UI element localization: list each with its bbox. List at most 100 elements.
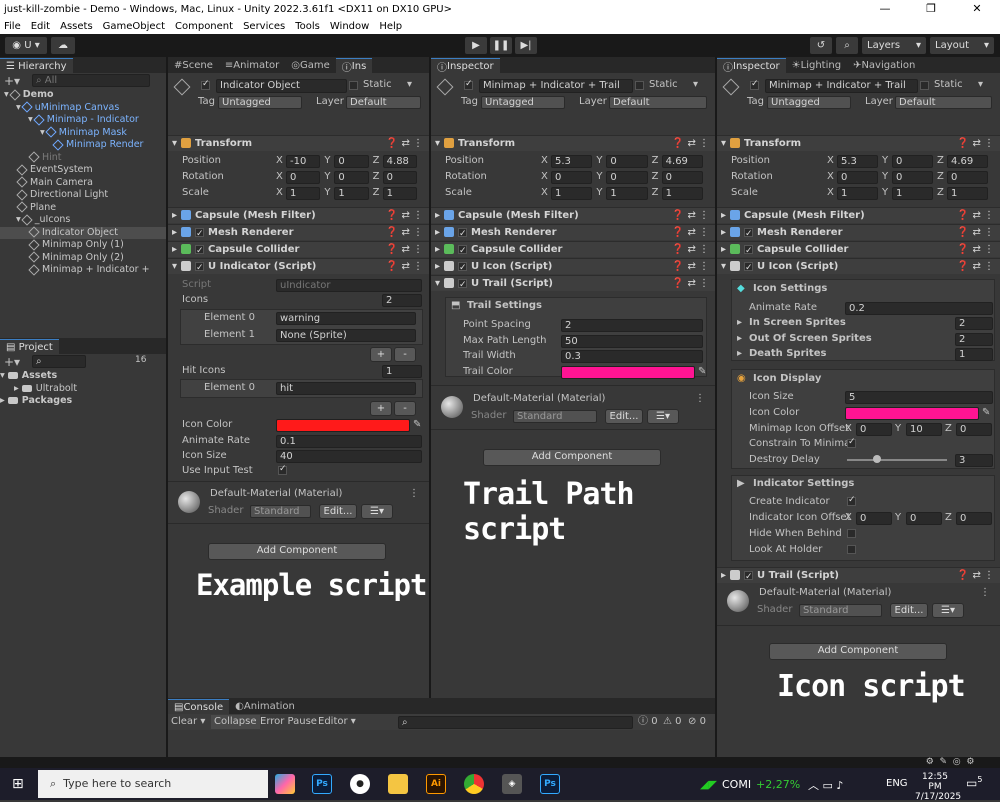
menu-component[interactable]: Component [175,21,233,32]
foldout-arrow[interactable]: ▸ [435,227,440,238]
icons-count-field[interactable]: 2 [382,294,422,307]
windows-start-icon[interactable]: ⊞ [12,776,24,792]
hierarchy-item[interactable]: ▾ _uIcons [0,213,166,227]
shader-options-button[interactable]: ☰▾ [647,409,679,424]
foldout-arrow[interactable]: ▶ [737,477,745,491]
tab-game[interactable]: ◎ Game [285,58,336,73]
hit-element-0-field[interactable]: hit [276,382,416,395]
tab-inspector-2[interactable]: ⓘ Inspector [431,58,500,74]
warning-count[interactable]: ⚠ 0 [663,715,682,729]
component-menu-icons[interactable]: ❓ ⇄ ⋮ [957,242,994,258]
menu-assets[interactable]: Assets [60,21,93,32]
scale-z-field[interactable]: 1 [661,187,703,200]
use-input-test-checkbox[interactable] [278,464,287,475]
add-component-button[interactable]: Add Component [769,643,947,660]
trail-width-field[interactable]: 0.3 [561,350,703,363]
clear-button[interactable]: Clear ▾ [171,715,205,729]
foldout-arrow[interactable]: ▾ [172,138,177,149]
menu-edit[interactable]: Edit [31,21,50,32]
shader-options-button[interactable]: ☰▾ [932,603,964,618]
component-menu-icons[interactable]: ❓ ⇄ ⋮ [386,242,423,258]
material-menu-icon[interactable]: ⋮ [980,586,990,600]
object-name-field[interactable]: Indicator Object [216,79,347,93]
shader-edit-button[interactable]: Edit... [319,504,357,519]
look-at-holder-checkbox[interactable] [847,545,856,554]
component-menu-icons[interactable]: ❓ ⇄ ⋮ [672,225,709,241]
hierarchy-item[interactable]: Hint [0,151,166,165]
component-menu-icons[interactable]: ❓ ⇄ ⋮ [672,276,709,292]
shader-options-button[interactable]: ☰▾ [361,504,393,519]
icon-color-field[interactable] [276,419,410,432]
foldout-arrow[interactable]: ▸ [721,244,726,255]
layers-dropdown[interactable]: Layers ▾ [862,37,926,54]
tab-inspector[interactable]: ⓘ Ins [335,58,373,74]
add-icon[interactable]: +▾ [4,74,20,88]
error-pause-button[interactable]: Error Pause [260,715,317,729]
out-of-screen-sprites-count[interactable]: 2 [955,333,993,346]
mesh-renderer-component[interactable]: ▸ Mesh Renderer ❓ ⇄ ⋮ [168,224,429,242]
tab-project[interactable]: ▤ Project [0,339,59,354]
project-item-packages[interactable]: ▸ Packages [0,395,166,408]
language[interactable]: ENG [886,778,908,789]
component-enabled-checkbox[interactable] [744,260,754,276]
create-indicator-checkbox[interactable] [847,495,856,506]
shader-edit-button[interactable]: Edit... [890,603,928,618]
close-button[interactable]: ✕ [954,0,1000,18]
foldout-arrow[interactable]: ▾ [721,261,726,272]
menu-tools[interactable]: Tools [295,21,320,32]
icons-add-button[interactable]: + [370,347,392,362]
component-menu-icons[interactable]: ❓ ⇄ ⋮ [386,208,423,224]
object-name-field[interactable]: Minimap + Indicator + Trail [479,79,633,93]
tag-dropdown[interactable]: Untagged [481,96,565,109]
hierarchy-item[interactable]: Plane [0,201,166,215]
static-checkbox[interactable] [920,81,929,90]
foldout-arrow[interactable]: ▾ [172,261,177,272]
indicator-offset-z-field[interactable]: 0 [956,512,992,525]
position-z-field[interactable]: 4.69 [947,155,988,168]
scale-z-field[interactable]: 1 [382,187,417,200]
scale-z-field[interactable]: 1 [947,187,988,200]
uicon-component[interactable]: ▾ U Icon (Script) ❓ ⇄ ⋮ [717,258,1000,276]
tray-icons[interactable]: ︿ ▭ ♪ [808,777,843,793]
position-x-field[interactable]: -10 [286,155,321,168]
mesh-filter-component[interactable]: ▸ Capsule (Mesh Filter) ❓ ⇄ ⋮ [431,207,715,223]
hierarchy-item[interactable]: ▾ Minimap Mask [0,126,166,140]
uicon-component[interactable]: ▸ U Icon (Script) ❓ ⇄ ⋮ [431,258,715,276]
hit-add-button[interactable]: + [370,401,392,416]
animate-rate-field[interactable]: 0.2 [845,302,993,315]
component-menu-icons[interactable]: ❓ ⇄ ⋮ [672,208,709,224]
transform-component[interactable]: ▾ Transform ❓ ⇄ ⋮ [168,135,429,151]
eyedropper-icon[interactable]: ✎ [982,406,990,420]
tag-dropdown[interactable]: Untagged [767,96,851,109]
foldout-arrow[interactable]: ▸ [737,316,742,330]
foldout-arrow[interactable]: ▾ [721,138,726,149]
transform-component[interactable]: ▾ Transform ❓ ⇄ ⋮ [431,135,715,151]
hierarchy-item[interactable]: EventSystem [0,163,166,177]
death-sprites-count[interactable]: 1 [955,348,993,361]
foldout-arrow[interactable]: ▸ [172,244,177,255]
mesh-filter-component[interactable]: ▸ Capsule (Mesh Filter) ❓ ⇄ ⋮ [717,207,1000,223]
shader-dropdown[interactable]: Standard [799,604,882,617]
shader-edit-button[interactable]: Edit... [605,409,643,424]
rotation-z-field[interactable]: 0 [382,171,417,184]
log-count[interactable]: ⓘ 0 [638,715,658,729]
eyedropper-icon[interactable]: ✎ [698,365,706,379]
component-enabled-checkbox[interactable] [458,226,468,242]
component-enabled-checkbox[interactable] [458,260,468,276]
tab-animator[interactable]: ≡ Animator [219,58,285,73]
hierarchy-item[interactable]: Main Camera [0,176,166,190]
github-icon[interactable]: ● [350,774,370,794]
position-z-field[interactable]: 4.88 [382,155,417,168]
capsule-collider-component[interactable]: ▸ Capsule Collider ❓ ⇄ ⋮ [717,241,1000,259]
foldout-arrow[interactable]: ▸ [435,261,440,272]
add-component-button[interactable]: Add Component [483,449,661,466]
material-menu-icon[interactable]: ⋮ [409,487,419,501]
hide-when-behind-checkbox[interactable] [847,529,856,538]
icon-element-1-field[interactable]: None (Sprite) [276,329,416,342]
hierarchy-item[interactable]: Indicator Object [0,226,166,239]
component-menu-icons[interactable]: ❓ ⇄ ⋮ [957,208,994,224]
project-item-ultrabolt[interactable]: ▸ Ultrabolt [0,383,166,396]
capsule-collider-component[interactable]: ▸ Capsule Collider ❓ ⇄ ⋮ [168,241,429,259]
scale-y-field[interactable]: 1 [606,187,648,200]
scale-x-field[interactable]: 1 [551,187,593,200]
